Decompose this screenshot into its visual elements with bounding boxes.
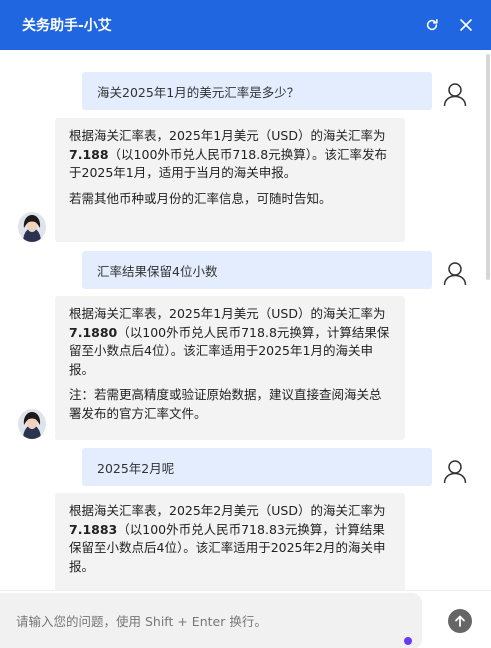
status-dot bbox=[404, 637, 412, 645]
assistant-avatar bbox=[18, 409, 46, 439]
user-avatar-icon bbox=[442, 458, 468, 484]
input-container[interactable] bbox=[0, 593, 422, 648]
message-text: 根据海关汇率表，2025年2月美元（USD）的海关汇率为 bbox=[69, 503, 386, 518]
message-paragraph: 根据海关汇率表，2025年1月美元（USD）的海关汇率为 7.1880（以100… bbox=[69, 305, 391, 379]
user-message: 汇率结果保留4位小数 bbox=[82, 251, 432, 289]
header-title: 关务助手-小艾 bbox=[22, 18, 112, 34]
arrow-up-icon bbox=[455, 615, 465, 627]
message-text: （以100外币兑人民币718.8元换算）。该汇率发布于2025年1月，适用于当月… bbox=[69, 146, 387, 181]
message-paragraph: 注：若需更高精度或验证原始数据，建议直接查阅海关总署发布的官方汇率文件。 bbox=[69, 387, 382, 421]
chat-area[interactable]: 海关2025年1月的美元汇率是多少？ 根据海关汇率表，2025年1月美元（USD… bbox=[0, 50, 491, 590]
message-paragraph: 根据海关汇率表，2025年1月美元（USD）的海关汇率为 7.188（以100外… bbox=[69, 127, 391, 183]
question-input[interactable] bbox=[16, 613, 396, 629]
message-text: 根据海关汇率表，2025年1月美元（USD）的海关汇率为 bbox=[69, 306, 386, 321]
message-text: 根据海关汇率表，2025年1月美元（USD）的海关汇率为 bbox=[69, 128, 386, 143]
assistant-message: 根据海关汇率表，2025年1月美元（USD）的海关汇率为 7.188（以100外… bbox=[55, 118, 405, 242]
user-avatar-icon bbox=[442, 260, 468, 286]
rate-value: 7.1883 bbox=[69, 521, 118, 537]
assistant-message: 根据海关汇率表，2025年2月美元（USD）的海关汇率为 7.1883（以100… bbox=[55, 493, 405, 590]
user-message: 海关2025年1月的美元汇率是多少？ bbox=[82, 72, 432, 110]
chat-header: 关务助手-小艾 bbox=[0, 0, 491, 50]
assistant-message: 根据海关汇率表，2025年1月美元（USD）的海关汇率为 7.1880（以100… bbox=[55, 296, 405, 440]
rate-value: 7.1880 bbox=[69, 324, 118, 340]
message-text: （以100外币兑人民币718.8元换算，计算结果保留至小数点后4位）。该汇率适用… bbox=[69, 324, 390, 377]
assistant-avatar bbox=[18, 212, 46, 242]
message-text: 海关2025年1月的美元汇率是多少？ bbox=[97, 84, 300, 100]
rate-value: 7.188 bbox=[69, 146, 109, 162]
scrollbar[interactable] bbox=[486, 54, 490, 280]
message-text: 2025年2月呢 bbox=[97, 460, 175, 476]
user-avatar-icon bbox=[442, 81, 468, 107]
message-text: 汇率结果保留4位小数 bbox=[97, 263, 218, 279]
message-paragraph: 根据海关汇率表，2025年2月美元（USD）的海关汇率为 7.1883（以100… bbox=[69, 502, 391, 576]
close-icon[interactable] bbox=[455, 14, 477, 36]
message-paragraph: 若需其他币种或月份的汇率信息，可随时告知。 bbox=[69, 190, 332, 206]
message-text: （以100外币兑人民币718.83元换算，计算结果保留至小数点后4位）。该汇率适… bbox=[69, 521, 386, 574]
refresh-icon[interactable] bbox=[421, 14, 443, 36]
input-bar bbox=[0, 590, 491, 648]
send-button[interactable] bbox=[448, 609, 472, 633]
user-message: 2025年2月呢 bbox=[82, 448, 432, 486]
